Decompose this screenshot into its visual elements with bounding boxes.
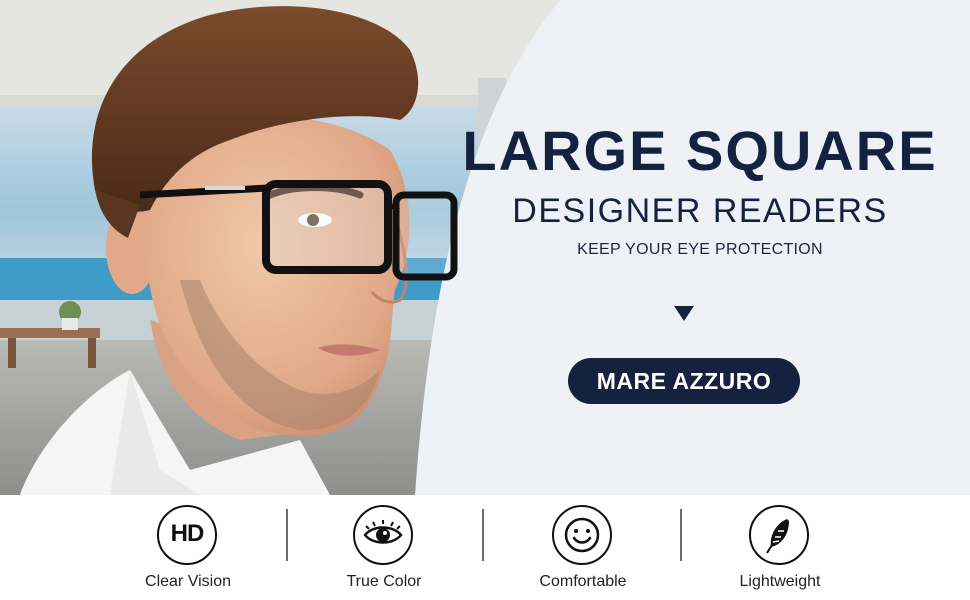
divider xyxy=(482,509,484,561)
feature-label: Clear Vision xyxy=(145,573,231,590)
subheadline: DESIGNER READERS xyxy=(512,192,888,230)
feature-true-color: True Color xyxy=(314,505,454,597)
feature-clear-vision: HD Clear Vision xyxy=(118,505,258,597)
feature-label: Comfortable xyxy=(539,573,627,590)
eye-icon xyxy=(353,505,413,565)
hd-icon-text: HD xyxy=(170,520,205,547)
headline: LARGE SQUARE xyxy=(462,119,938,182)
arrow-down-icon xyxy=(674,306,694,321)
feature-label: True Color xyxy=(346,573,422,590)
smiley-icon xyxy=(552,505,612,565)
divider xyxy=(286,509,288,561)
feature-lightweight: Lightweight xyxy=(710,505,850,597)
hd-icon: HD xyxy=(157,505,217,565)
feature-label: Lightweight xyxy=(739,573,821,590)
feather-icon xyxy=(749,505,809,565)
features-strip: HD Clear Vision True Color Comfortable L… xyxy=(0,495,970,600)
hero-banner: LARGE SQUARE DESIGNER READERS KEEP YOUR … xyxy=(0,0,970,495)
brand-button[interactable]: MARE AZZURO xyxy=(568,358,800,404)
text-panel: LARGE SQUARE DESIGNER READERS KEEP YOUR … xyxy=(430,0,970,495)
tagline: KEEP YOUR EYE PROTECTION xyxy=(577,241,823,258)
feature-comfortable: Comfortable xyxy=(513,505,653,597)
divider xyxy=(680,509,682,561)
